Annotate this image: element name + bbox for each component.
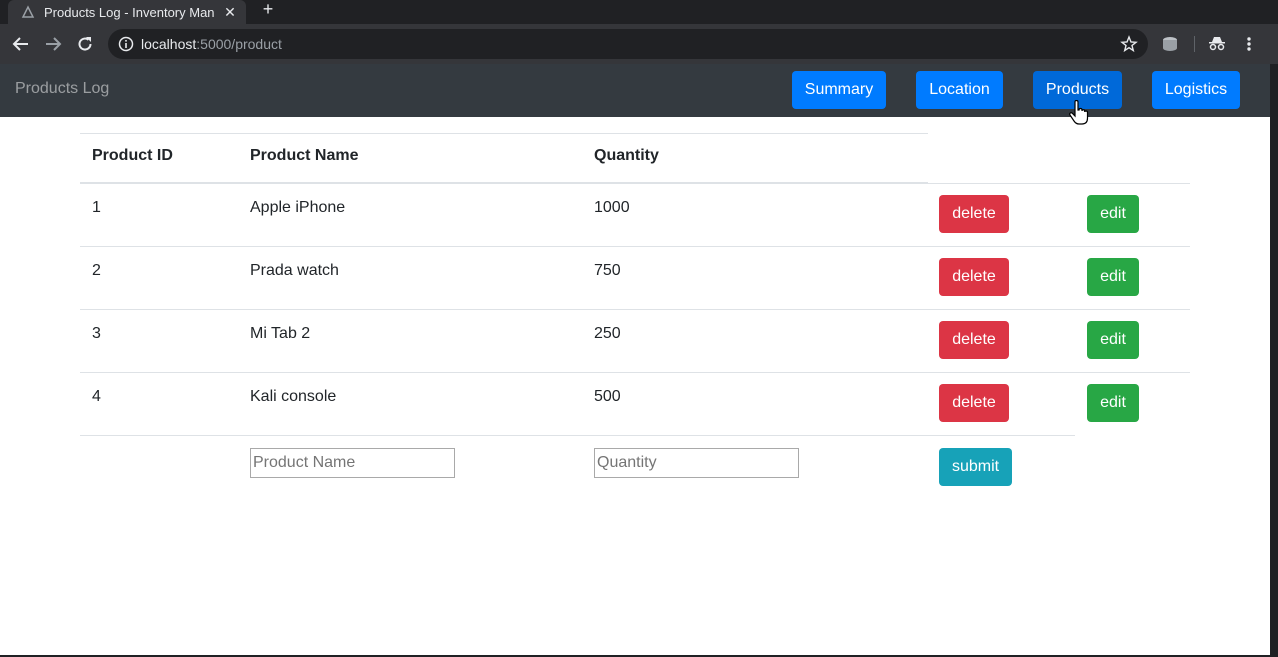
close-tab-icon[interactable]: ✕	[222, 4, 238, 20]
row-divider	[80, 246, 1190, 247]
browser-tabstrip: Products Log - Inventory Man ✕ +	[0, 0, 1278, 24]
scrollbar-gutter	[1270, 64, 1278, 657]
row-divider	[80, 435, 1075, 436]
table-top-border	[80, 133, 928, 134]
header-quantity: Quantity	[594, 147, 659, 164]
edit-button[interactable]: edit	[1087, 195, 1139, 233]
row-product-name: Apple iPhone	[250, 199, 346, 216]
app-favicon-icon	[20, 4, 36, 20]
row-quantity: 1000	[594, 199, 630, 216]
row-quantity: 250	[594, 325, 621, 342]
row-product-id: 3	[92, 325, 101, 342]
delete-button[interactable]: delete	[939, 321, 1009, 359]
navbar-brand[interactable]: Products Log	[15, 80, 109, 98]
incognito-extension-icon[interactable]	[1207, 34, 1227, 54]
browser-tab[interactable]: Products Log - Inventory Man ✕	[8, 0, 246, 24]
header-product-name: Product Name	[250, 147, 359, 164]
url-text[interactable]: localhost:5000/product	[141, 36, 282, 52]
star-icon[interactable]	[1120, 35, 1138, 53]
info-icon[interactable]	[118, 36, 134, 52]
url-host: localhost	[141, 36, 197, 52]
nav-logistics-button[interactable]: Logistics	[1152, 71, 1240, 109]
url-path: :5000/product	[196, 36, 282, 52]
row-divider	[80, 309, 1190, 310]
header-product-id: Product ID	[92, 147, 173, 164]
reload-icon[interactable]	[73, 32, 97, 56]
new-tab-icon[interactable]: +	[258, 0, 278, 20]
edit-button[interactable]: edit	[1087, 258, 1139, 296]
product-name-input[interactable]	[250, 448, 455, 478]
kebab-menu-icon[interactable]	[1239, 34, 1259, 54]
row-product-name: Mi Tab 2	[250, 325, 311, 342]
edit-button[interactable]: edit	[1087, 384, 1139, 422]
delete-button[interactable]: delete	[939, 384, 1009, 422]
row-product-id: 2	[92, 262, 101, 279]
row-quantity: 750	[594, 262, 621, 279]
row-product-name: Prada watch	[250, 262, 339, 279]
submit-button[interactable]: submit	[939, 448, 1012, 486]
tab-title: Products Log - Inventory Man	[44, 4, 215, 20]
address-bar[interactable]: localhost:5000/product	[108, 29, 1148, 59]
back-arrow-icon[interactable]	[9, 32, 33, 56]
browser-toolbar: localhost:5000/product	[0, 24, 1278, 64]
row-quantity: 500	[594, 388, 621, 405]
database-extension-icon[interactable]	[1160, 34, 1180, 54]
page-content: Products Log Summary Location Products L…	[0, 64, 1270, 655]
quantity-input[interactable]	[594, 448, 799, 478]
forward-arrow-icon[interactable]	[41, 32, 65, 56]
nav-location-button[interactable]: Location	[916, 71, 1003, 109]
row-product-name: Kali console	[250, 388, 337, 405]
delete-button[interactable]: delete	[939, 258, 1009, 296]
row-product-id: 1	[92, 199, 101, 216]
table-header-border	[80, 182, 928, 184]
nav-summary-button[interactable]: Summary	[792, 71, 886, 109]
edit-button[interactable]: edit	[1087, 321, 1139, 359]
table-header-border-ext	[928, 183, 1190, 184]
toolbar-separator	[1194, 36, 1195, 52]
delete-button[interactable]: delete	[939, 195, 1009, 233]
row-product-id: 4	[92, 388, 101, 405]
hand-pointer-cursor	[1068, 99, 1090, 126]
row-divider	[80, 372, 1190, 373]
